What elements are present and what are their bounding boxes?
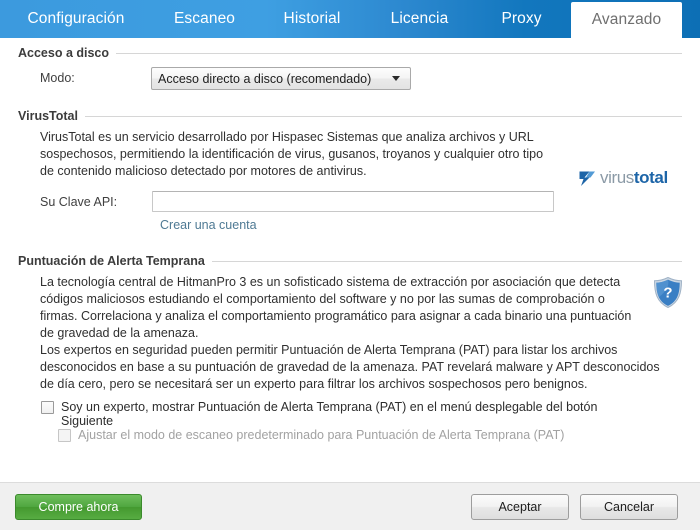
- chevron-down-icon: [392, 76, 400, 81]
- group-title: Acceso a disco: [18, 46, 110, 60]
- tab-licencia[interactable]: Licencia: [367, 0, 472, 38]
- help-shield-wrap[interactable]: ?: [652, 276, 684, 314]
- checkbox-adjust-scan-mode: [58, 429, 71, 442]
- group-header-virustotal: VirusTotal: [18, 109, 682, 123]
- accept-button[interactable]: Aceptar: [471, 494, 569, 520]
- tab-label: Licencia: [390, 10, 449, 27]
- tab-proxy[interactable]: Proxy: [472, 0, 571, 38]
- group-header-pat: Puntuación de Alerta Temprana: [18, 254, 682, 268]
- group-title: Puntuación de Alerta Temprana: [18, 254, 205, 268]
- tab-label: Proxy: [501, 10, 542, 27]
- checkbox-row-expert-mode[interactable]: Soy un experto, mostrar Puntuación de Al…: [41, 400, 651, 428]
- settings-content-panel: Acceso a disco Modo: Acceso directo a di…: [0, 38, 700, 482]
- cancel-button[interactable]: Cancelar: [580, 494, 678, 520]
- tab-escaneo[interactable]: Escaneo: [152, 0, 257, 38]
- checkbox-row-adjust-scan-mode: Ajustar el modo de escaneo predeterminad…: [58, 428, 658, 442]
- tab-label: Escaneo: [173, 10, 236, 27]
- group-header-disk-access: Acceso a disco: [18, 46, 682, 60]
- virustotal-wordmark: virustotal: [600, 168, 668, 188]
- tab-label: Historial: [283, 10, 341, 27]
- api-key-label: Su Clave API:: [40, 195, 118, 209]
- group-divider: [116, 52, 682, 54]
- shield-question-icon: ?: [653, 276, 683, 309]
- checkbox-expert-mode[interactable]: [41, 401, 54, 414]
- buy-now-button[interactable]: Compre ahora: [15, 494, 142, 520]
- tab-configuracion[interactable]: Configuración: [0, 0, 152, 38]
- checkbox-expert-mode-label: Soy un experto, mostrar Puntuación de Al…: [61, 400, 598, 428]
- virustotal-wordmark-total: total: [633, 168, 668, 187]
- footer-bar: Compre ahora Aceptar Cancelar: [0, 482, 700, 530]
- cancel-label: Cancelar: [603, 500, 655, 514]
- virustotal-wordmark-virus: virus: [600, 168, 634, 187]
- mode-label: Modo:: [40, 71, 75, 85]
- tab-label: Configuración: [27, 10, 125, 27]
- checkbox-adjust-scan-mode-label: Ajustar el modo de escaneo predeterminad…: [78, 428, 565, 442]
- group-divider: [211, 260, 682, 262]
- svg-text:?: ?: [663, 285, 672, 302]
- buy-now-label: Compre ahora: [38, 500, 119, 514]
- virustotal-logo: virustotal: [578, 168, 668, 188]
- disk-access-mode-value: Acceso directo a disco (recomendado): [158, 71, 372, 86]
- hitmanpro-settings-window: Configuración Escaneo Historial Licencia…: [0, 0, 700, 530]
- group-title: VirusTotal: [18, 109, 78, 123]
- disk-access-mode-select[interactable]: Acceso directo a disco (recomendado): [151, 67, 411, 90]
- tab-bar: Configuración Escaneo Historial Licencia…: [0, 0, 700, 38]
- virustotal-description: VirusTotal es un servicio desarrollado p…: [40, 130, 544, 178]
- tab-historial[interactable]: Historial: [257, 0, 367, 38]
- pat-paragraph-2: Los expertos en seguridad pueden permiti…: [40, 343, 660, 391]
- create-account-link[interactable]: Crear una cuenta: [160, 218, 257, 232]
- tab-label: Avanzado: [591, 11, 662, 28]
- group-divider: [84, 115, 682, 117]
- tab-avanzado[interactable]: Avanzado: [571, 2, 682, 38]
- api-key-input[interactable]: [152, 191, 554, 212]
- pat-paragraph-1: La tecnología central de HitmanPro 3 es …: [40, 275, 632, 340]
- accept-label: Aceptar: [498, 500, 542, 514]
- virustotal-icon: [579, 171, 595, 186]
